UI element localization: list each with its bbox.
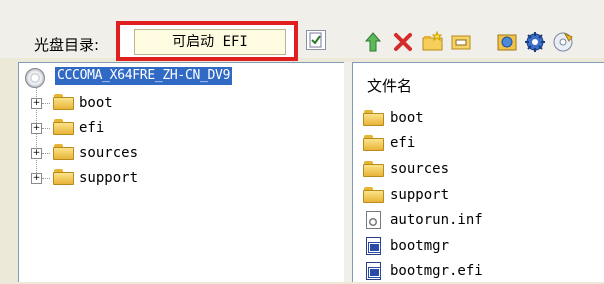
tree-branch-line <box>42 128 50 129</box>
system-file-icon <box>366 237 381 255</box>
expand-icon[interactable]: + <box>31 173 42 184</box>
boot-type-field[interactable]: 可启动 EFI <box>134 29 286 55</box>
toolbar: 光盘目录: 可启动 EFI <box>0 0 604 61</box>
checkbox-icon[interactable] <box>306 30 326 50</box>
panel-splitter[interactable] <box>344 62 352 282</box>
tree-branch-line <box>42 153 50 154</box>
column-header-filename[interactable]: 文件名 <box>367 75 412 96</box>
settings-icon[interactable] <box>524 31 546 53</box>
folder-icon <box>53 119 75 136</box>
list-item-efi[interactable]: efi <box>363 132 593 156</box>
list-item-boot[interactable]: boot <box>363 107 593 131</box>
properties-icon[interactable] <box>496 31 518 53</box>
boot-type-highlight: 可启动 EFI <box>116 21 298 61</box>
up-arrow-icon[interactable] <box>362 31 384 53</box>
folder-icon <box>363 110 385 127</box>
cd-disc-icon <box>25 68 45 88</box>
delete-icon[interactable] <box>392 31 414 53</box>
tree-branch-line <box>42 103 50 104</box>
folder-icon <box>363 187 385 204</box>
folder-icon <box>53 169 75 186</box>
tree-item-label: boot <box>79 95 113 111</box>
list-item-sources[interactable]: sources <box>363 158 593 182</box>
list-item-label: autorun.inf <box>390 212 483 228</box>
list-item-bootmgr-efi[interactable]: bootmgr.efi <box>363 260 593 284</box>
tree-item-label: efi <box>79 120 105 136</box>
list-item-support[interactable]: support <box>363 184 593 208</box>
system-file-icon <box>366 262 381 280</box>
list-item-autorun[interactable]: autorun.inf <box>363 209 593 233</box>
tree-item-label: sources <box>79 145 139 161</box>
tree-item-sources[interactable]: + sources <box>31 143 231 165</box>
list-item-label: bootmgr.efi <box>390 263 483 279</box>
rename-icon[interactable] <box>450 31 472 53</box>
tree-item-boot[interactable]: + boot <box>31 93 231 115</box>
tree-item-label: support <box>79 170 139 186</box>
expand-icon[interactable]: + <box>31 98 42 109</box>
directory-tree-panel[interactable]: CCCOMA_X64FRE_ZH-CN_DV9 + boot + efi + s… <box>18 62 344 282</box>
folder-icon <box>53 94 75 111</box>
config-file-icon <box>366 211 381 229</box>
list-item-label: boot <box>390 110 424 126</box>
tree-item-efi[interactable]: + efi <box>31 118 231 140</box>
list-item-label: support <box>390 187 450 203</box>
folder-icon <box>363 135 385 152</box>
expand-icon[interactable]: + <box>31 123 42 134</box>
expand-icon[interactable]: + <box>31 148 42 159</box>
tree-root-label[interactable]: CCCOMA_X64FRE_ZH-CN_DV9 <box>53 66 234 86</box>
folder-icon <box>53 144 75 161</box>
folder-icon <box>363 161 385 178</box>
tree-item-support[interactable]: + support <box>31 168 231 190</box>
list-item-bootmgr[interactable]: bootmgr <box>363 235 593 259</box>
list-item-label: bootmgr <box>390 238 450 254</box>
list-item-label: efi <box>390 135 416 151</box>
cd-directory-label: 光盘目录: <box>34 36 100 54</box>
extract-icon[interactable] <box>552 31 574 53</box>
tree-branch-line <box>42 178 50 179</box>
list-item-label: sources <box>390 161 450 177</box>
file-list-panel[interactable]: 文件名 boot efi sources support autorun.inf… <box>352 62 604 282</box>
new-folder-icon[interactable] <box>422 30 444 53</box>
